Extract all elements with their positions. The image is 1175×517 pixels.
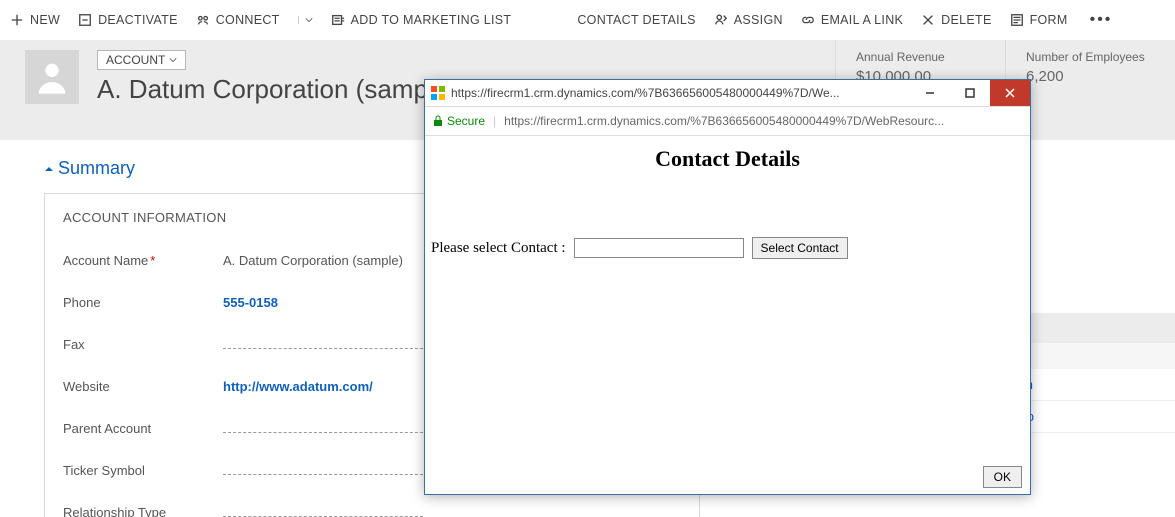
new-label: New <box>30 13 60 27</box>
maximize-button[interactable] <box>950 80 990 106</box>
popup-title-text: https://firecrm1.crm.dynamics.com/%7B636… <box>451 86 904 100</box>
entity-type-label: ACCOUNT <box>106 53 165 67</box>
email-link-label: Email a Link <box>821 13 903 27</box>
assign-label: Assign <box>734 13 783 27</box>
delete-label: Delete <box>941 13 991 27</box>
contact-details-button[interactable]: Contact Details <box>577 13 695 27</box>
stat-value: 6,200 <box>1026 68 1151 85</box>
new-button[interactable]: New <box>10 13 60 27</box>
stat-label: Annual Revenue <box>856 50 981 64</box>
lock-icon <box>433 115 443 127</box>
add-marketing-label: Add to Marketing List <box>351 13 512 27</box>
popup-url: https://firecrm1.crm.dynamics.com/%7B636… <box>504 114 1022 128</box>
contact-details-label: Contact Details <box>577 13 695 27</box>
collapse-icon <box>44 164 54 174</box>
chevron-down-icon <box>305 16 313 24</box>
person-icon <box>32 57 72 97</box>
popup-content: Contact Details Please select Contact : … <box>425 136 1030 494</box>
contact-input[interactable] <box>574 238 744 258</box>
popup-heading: Contact Details <box>431 146 1024 172</box>
add-marketing-button[interactable]: Add to Marketing List <box>331 13 512 27</box>
form-button[interactable]: Form <box>1010 13 1068 27</box>
popup-window: https://firecrm1.crm.dynamics.com/%7B636… <box>424 79 1031 495</box>
popup-titlebar[interactable]: https://firecrm1.crm.dynamics.com/%7B636… <box>425 80 1030 106</box>
stat-label: Number of Employees <box>1026 50 1151 64</box>
avatar <box>25 50 79 104</box>
page-title: A. Datum Corporation (sample) <box>97 74 457 105</box>
delete-button[interactable]: Delete <box>921 13 991 27</box>
select-contact-button[interactable]: Select Contact <box>752 237 848 259</box>
form-label: Form <box>1030 13 1068 27</box>
assign-button[interactable]: Assign <box>714 13 783 27</box>
close-button[interactable] <box>990 80 1030 106</box>
popup-address-bar[interactable]: Secure | https://firecrm1.crm.dynamics.c… <box>425 106 1030 136</box>
plus-icon <box>10 13 24 27</box>
deactivate-label: Deactivate <box>98 13 178 27</box>
minimize-button[interactable] <box>910 80 950 106</box>
chevron-down-icon <box>169 56 177 64</box>
delete-icon <box>921 13 935 27</box>
email-link-button[interactable]: Email a Link <box>801 13 903 27</box>
connect-label: Connect <box>216 13 280 27</box>
popup-prompt: Please select Contact : <box>431 240 566 257</box>
connect-button[interactable]: Connect <box>196 13 280 27</box>
deactivate-button[interactable]: Deactivate <box>78 13 178 27</box>
connect-split[interactable] <box>298 16 313 24</box>
entity-type-picker[interactable]: ACCOUNT <box>97 50 186 70</box>
secure-indicator: Secure <box>433 114 485 128</box>
browser-favicon-icon <box>431 86 445 100</box>
assign-icon <box>714 13 728 27</box>
form-icon <box>1010 13 1024 27</box>
link-icon <box>801 13 815 27</box>
marketing-icon <box>331 13 345 27</box>
deactivate-icon <box>78 13 92 27</box>
connect-icon <box>196 13 210 27</box>
command-bar: New Deactivate Connect Add to Marketing … <box>0 0 1175 40</box>
ok-button[interactable]: OK <box>983 466 1022 488</box>
more-commands[interactable]: ••• <box>1086 11 1117 29</box>
